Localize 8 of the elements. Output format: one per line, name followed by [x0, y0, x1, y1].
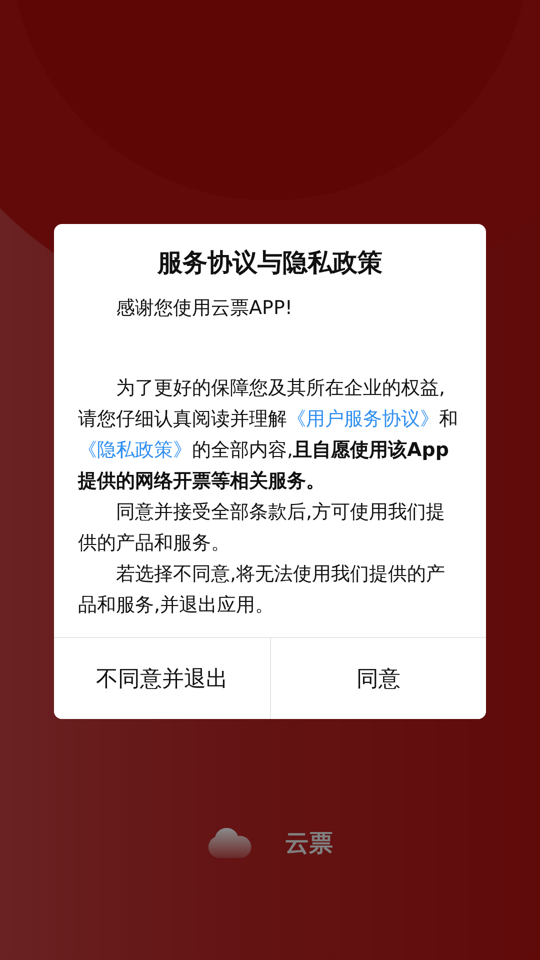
cloud-icon	[207, 828, 253, 858]
agree-button[interactable]: 同意	[270, 638, 486, 719]
brand-name: 云票	[285, 828, 333, 859]
body-paragraph: 若选择不同意,将无法使用我们提供的产品和服务,并退出应用。	[78, 562, 446, 618]
dialog-title: 服务协议与隐私政策	[156, 247, 384, 279]
body-paragraph: 同意并接受全部条款后,方可使用我们提供的产品和服务。	[78, 500, 446, 556]
greeting-text: 感谢您使用云票APP!	[115, 296, 294, 321]
body-paragraph: 为了更好的保障您及其所在企业的权益,请您仔细认真阅读并理解《用户服务协议》和 《隐私政策》的全部内容,且自愿使用该App提供的网络开票等相关服务。	[78, 376, 459, 494]
